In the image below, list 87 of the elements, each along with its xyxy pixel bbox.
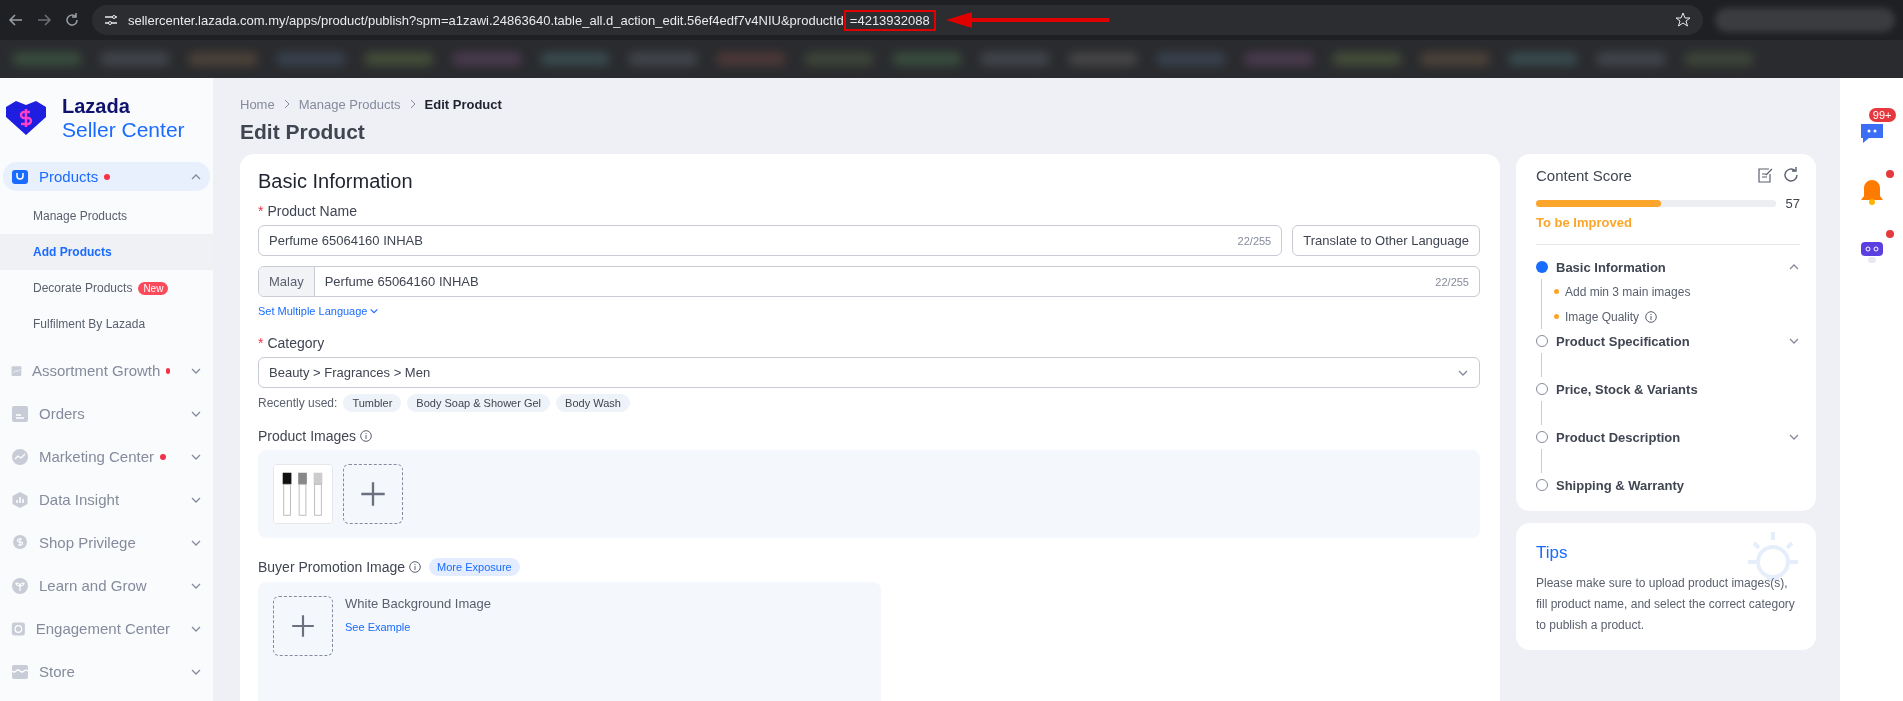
nav-subitem[interactable]: Fulfilment By Lazada — [0, 306, 213, 342]
nav-item[interactable]: Marketing Center — [3, 442, 210, 471]
malay-name-field[interactable]: Malay Perfume 65064160 INHAB 22/255 — [258, 266, 1480, 297]
field-label: Category — [267, 335, 325, 351]
bar-chart-icon — [11, 490, 29, 509]
score-step[interactable]: Price, Stock & Variants — [1536, 377, 1800, 401]
field-label: Product Images — [258, 428, 357, 444]
set-language-link[interactable]: Set Multiple Language — [258, 305, 380, 317]
score-step[interactable]: Product Description — [1536, 425, 1800, 449]
logo-text: Lazada — [62, 94, 131, 118]
logo-icon — [6, 101, 46, 135]
timeline-line — [1541, 279, 1542, 329]
nav-subitem[interactable]: Manage Products — [0, 198, 213, 234]
field-label: Product Name — [267, 203, 357, 219]
add-image-button[interactable] — [343, 464, 403, 524]
character-counter: 22/255 — [1435, 275, 1469, 288]
chevron-right-icon — [282, 99, 291, 109]
timeline-line — [1541, 449, 1542, 473]
nav-subitem[interactable]: Add Products — [0, 234, 213, 270]
tips-text: Please make sure to upload product images(s), fill product name, and select the correct category to publish a product. — [1536, 575, 1796, 634]
back-icon[interactable] — [8, 12, 24, 28]
score-step[interactable]: Product Specification — [1536, 329, 1800, 353]
add-image-button[interactable] — [273, 596, 333, 656]
category-tag[interactable]: Tumbler — [343, 394, 402, 412]
hint-dot — [1554, 289, 1559, 294]
page-title: Edit Product — [240, 120, 366, 144]
hint-text: Image Quality — [1565, 309, 1640, 324]
field-label: Buyer Promotion Image — [258, 559, 406, 575]
category-tag[interactable]: Body Soap & Shower Gel — [407, 394, 551, 412]
nav-subitem[interactable]: Decorate Products New — [0, 270, 213, 306]
translate-button[interactable]: Translate to Other Language — [1292, 225, 1480, 256]
product-name-field[interactable]: Perfume 65064160 INHAB 22/255 — [258, 225, 1283, 256]
panel-title: Content Score — [1536, 166, 1632, 184]
section-title: Basic Information — [258, 170, 414, 193]
required-mark: * — [258, 335, 264, 351]
bell-icon — [1858, 178, 1885, 206]
plus-icon — [360, 481, 386, 507]
refresh-icon[interactable] — [1782, 166, 1800, 184]
nav-item[interactable]: Data Insight — [3, 485, 210, 514]
score-status: To be Improved — [1536, 215, 1633, 230]
plus-icon — [291, 614, 315, 638]
nav-item[interactable]: Engagement Center — [3, 614, 210, 643]
nav-item[interactable]: Products — [3, 162, 210, 191]
forward-icon[interactable] — [36, 12, 52, 28]
see-example-link[interactable]: See Example — [345, 621, 491, 633]
required-mark: * — [258, 203, 264, 219]
url-text: sellercenter.lazada.com.my/apps/product/publish?spm=a1zawi.24863640.table_all.d_action_edit.56ef4edf7v4NIU&productId — [128, 12, 844, 28]
shopping-bag-icon — [11, 167, 29, 186]
reload-icon[interactable] — [64, 12, 80, 28]
nav-item[interactable]: Learn and Grow — [3, 571, 210, 600]
star-icon[interactable] — [1675, 12, 1691, 28]
info-icon — [360, 430, 373, 442]
category-select[interactable]: Beauty > Fragrances > Men — [258, 357, 1480, 388]
recently-used-label: Recently used: — [258, 396, 338, 410]
exposure-badge: More Exposure — [429, 558, 520, 576]
info-icon — [1645, 310, 1658, 323]
hint-dot — [1554, 314, 1559, 319]
nav-item[interactable]: Orders — [3, 399, 210, 428]
score-step[interactable]: Basic Information — [1536, 255, 1800, 279]
score-value: 57 — [1785, 196, 1800, 211]
nav-item[interactable]: Store — [3, 657, 210, 686]
chevron-right-icon — [408, 99, 417, 109]
timeline-line — [1541, 401, 1542, 425]
store-icon — [11, 662, 29, 681]
document-icon — [11, 404, 29, 423]
category-tag[interactable]: Body Wash — [556, 394, 630, 412]
site-settings-icon[interactable] — [104, 13, 118, 27]
dollar-icon — [11, 533, 29, 552]
hint-text: Add min 3 main images — [1565, 284, 1691, 299]
timeline-line — [1541, 353, 1542, 377]
language-prefix: Malay — [259, 267, 315, 296]
chat-button[interactable]: 99+ — [1847, 108, 1896, 148]
info-icon — [409, 561, 422, 573]
nav-item[interactable]: Shop Privilege — [3, 528, 210, 557]
character-counter: 22/255 — [1237, 234, 1272, 247]
chevron-icon — [369, 306, 380, 316]
highlighted-url-text: =4213932088 — [843, 9, 936, 31]
logo-subtitle: Seller Center — [62, 118, 185, 142]
tips-title: Tips — [1536, 543, 1569, 563]
new-badge: New — [138, 281, 169, 295]
address-bar[interactable]: sellercenter.lazada.com.my/apps/product/publish?spm=a1zawi.24863640.table_all.d_action_edit.56ef4edf7v4NIU&productId =4213932088 — [92, 5, 1703, 35]
sprout-icon — [11, 576, 29, 595]
edit-icon[interactable] — [1756, 166, 1774, 184]
chat-count-badge: 99+ — [1868, 108, 1896, 122]
score-step[interactable]: Shipping & Warranty — [1536, 473, 1800, 497]
nav-item[interactable]: Assortment Growth — [3, 356, 210, 385]
image-type-label: White Background Image — [345, 596, 491, 611]
